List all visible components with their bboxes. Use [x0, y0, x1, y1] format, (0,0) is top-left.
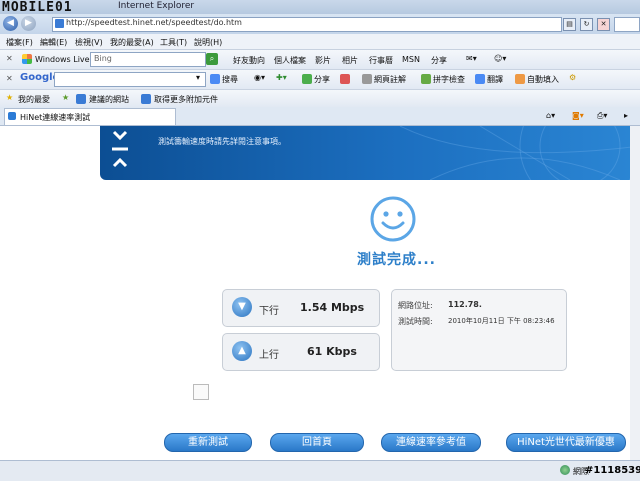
live-link-video[interactable]: 影片 — [315, 55, 331, 66]
site-logo: MOBILE01 — [2, 0, 73, 15]
google-share-button[interactable]: 分享 — [314, 74, 330, 85]
spellcheck-icon — [421, 74, 431, 87]
left-margin — [0, 126, 100, 460]
get-addons-link[interactable]: 取得更多附加元件 — [154, 94, 218, 105]
close-toolbar-icon[interactable]: ✕ — [6, 54, 13, 63]
time-label: 測試時間: — [398, 317, 433, 326]
google-tool-icon[interactable]: ◉▾ — [254, 73, 265, 82]
rss-icon[interactable]: ◙▾ — [572, 111, 584, 120]
small-box — [193, 384, 209, 400]
tab-title: HiNet連線速率測試 — [20, 113, 91, 122]
refresh-icon[interactable]: ↻ — [580, 18, 593, 31]
suggested-sites-icon — [76, 94, 86, 107]
promo-button[interactable]: HiNet光世代最新優惠 — [506, 433, 626, 452]
time-value: 2010年10月11日 下午 08:23:46 — [448, 317, 555, 325]
watermark: #1118539 — [585, 465, 640, 476]
live-search-button[interactable]: ⌕ — [206, 53, 218, 65]
tab-favicon — [8, 112, 16, 123]
home-button[interactable]: 回首頁 — [270, 433, 364, 452]
google-autofill-button[interactable]: 自動填入 — [527, 74, 559, 85]
sidewiki-icon — [340, 74, 350, 87]
messenger-icon[interactable]: ☺▾ — [494, 54, 506, 63]
favorites-label[interactable]: 我的最愛 — [18, 94, 50, 105]
wrench-icon[interactable]: ⚙ — [569, 73, 576, 82]
banner-graphic — [112, 126, 640, 180]
forward-button[interactable]: ▶ — [21, 16, 36, 31]
download-speed: 1.54 Mbps — [300, 301, 365, 314]
speedtest-logo-icon — [112, 130, 128, 168]
google-translate-button[interactable]: 翻譯 — [487, 74, 503, 85]
menu-favorites[interactable]: 我的最愛(A) — [110, 37, 154, 48]
menu-file[interactable]: 檔案(F) — [6, 37, 33, 48]
upload-arrow-icon: ▲ — [232, 341, 252, 361]
banner-notice: 測試籌輸速度時請先詳閱注意事項。 — [158, 137, 286, 146]
smiley-icon — [370, 196, 416, 242]
window-title: Internet Explorer — [118, 1, 195, 11]
page-icon — [55, 19, 64, 28]
google-spellcheck-button[interactable]: 拼字檢查 — [433, 74, 465, 85]
ip-value: 112.78. — [448, 300, 482, 309]
globe-icon — [560, 465, 570, 478]
live-link-share[interactable]: 分享 — [431, 55, 447, 66]
translate-icon — [475, 74, 485, 87]
menu-tools[interactable]: 工具(T) — [160, 37, 187, 48]
mail-icon[interactable]: ✉▾ — [466, 54, 477, 63]
live-link-calendar[interactable]: 行事曆 — [369, 55, 393, 66]
windows-live-icon — [22, 54, 32, 67]
ip-label: 網路位址: — [398, 301, 433, 310]
addons-icon — [141, 94, 151, 107]
add-favorite-icon[interactable]: ★ — [62, 93, 69, 102]
close-google-toolbar-icon[interactable]: ✕ — [6, 74, 13, 83]
google-search-icon — [210, 74, 220, 87]
autofill-icon — [515, 74, 525, 87]
download-arrow-icon: ▼ — [232, 297, 252, 317]
suggested-sites-link[interactable]: 建議的網站 — [89, 94, 129, 105]
status-bar — [0, 460, 640, 481]
page-menu-icon[interactable]: ▸ — [624, 111, 628, 120]
live-link-msn[interactable]: MSN — [402, 55, 420, 64]
scrollbar[interactable] — [630, 126, 640, 460]
upload-label: 上行 — [259, 350, 279, 361]
google-notes-button[interactable]: 網頁註解 — [374, 74, 406, 85]
live-link-photos[interactable]: 相片 — [342, 55, 358, 66]
google-plus-icon[interactable]: ✚▾ — [276, 73, 287, 82]
live-link-friends[interactable]: 好友動向 — [233, 55, 265, 66]
reference-button[interactable]: 連線速率參考值 — [381, 433, 481, 452]
share-icon — [302, 74, 312, 87]
google-search-dropdown-icon[interactable]: ▾ — [196, 73, 200, 82]
google-search-input[interactable] — [54, 72, 206, 87]
menu-edit[interactable]: 編輯(E) — [40, 37, 67, 48]
upload-speed: 61 Kbps — [307, 345, 357, 358]
live-search-value: Bing — [94, 54, 112, 63]
compat-view-icon[interactable]: ▤ — [563, 18, 576, 31]
retest-button[interactable]: 重新測試 — [164, 433, 252, 452]
address-url: http://speedtest.hinet.net/speedtest/do.… — [66, 18, 242, 27]
favorites-star-icon: ★ — [6, 93, 14, 102]
google-search-button[interactable]: 搜尋 — [222, 74, 238, 85]
ie-search-input[interactable] — [614, 17, 640, 32]
back-button[interactable]: ◀ — [3, 16, 18, 31]
banner — [100, 126, 640, 180]
test-status: 測試完成... — [357, 252, 436, 268]
menu-help[interactable]: 說明(H) — [194, 37, 222, 48]
home-icon[interactable]: ⌂▾ — [546, 111, 555, 120]
print-icon[interactable]: ⎙▾ — [597, 111, 607, 121]
stop-icon[interactable]: ✕ — [597, 18, 610, 31]
menu-view[interactable]: 檢視(V) — [75, 37, 103, 48]
live-link-profile[interactable]: 個人檔案 — [274, 55, 306, 66]
download-label: 下行 — [259, 306, 279, 317]
notes-icon — [362, 74, 372, 87]
title-bar — [0, 0, 640, 14]
windows-live-label: Windows Live — [35, 55, 90, 64]
